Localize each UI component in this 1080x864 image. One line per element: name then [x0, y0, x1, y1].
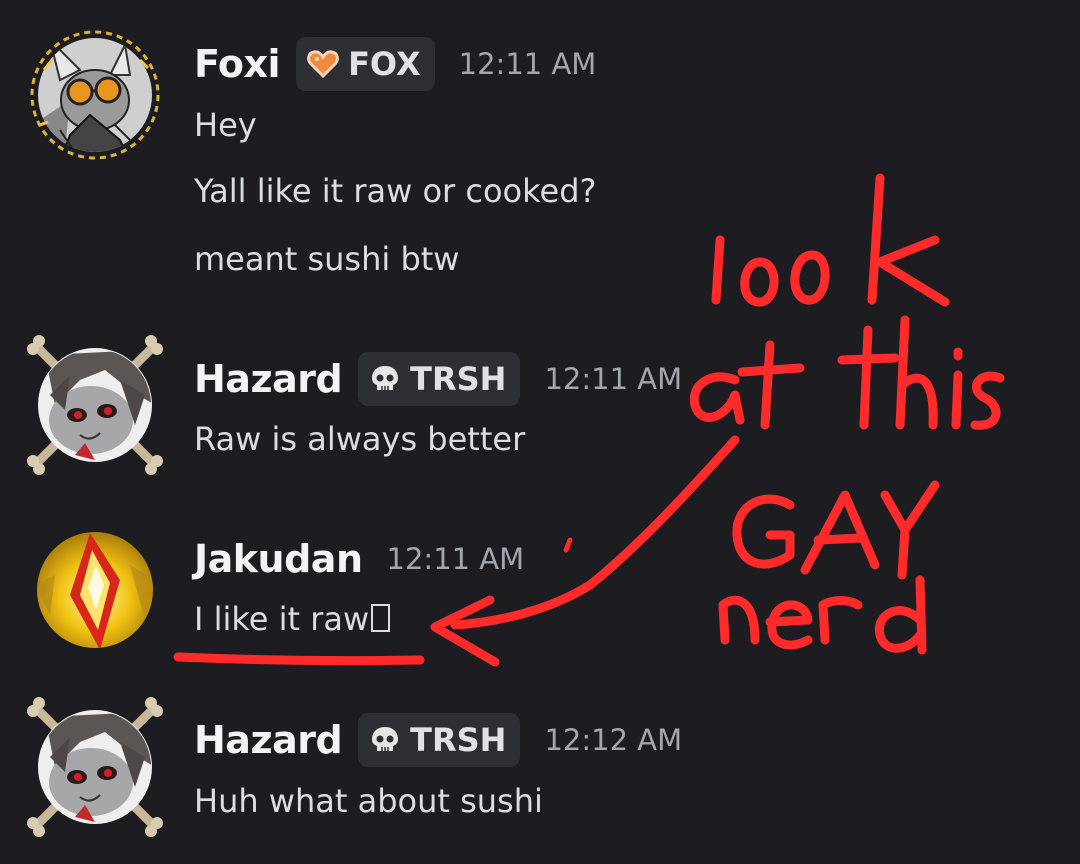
skull-icon	[368, 362, 402, 396]
message-text: Hey	[194, 106, 257, 144]
message-text: Raw is always better	[194, 420, 526, 458]
message-text: Huh what about sushi	[194, 782, 543, 820]
avatar-jakudan[interactable]	[30, 525, 160, 655]
missing-emoji-glyph	[371, 604, 391, 632]
timestamp: 12:11 AM	[386, 542, 525, 576]
server-tag[interactable]: TRSH	[358, 713, 521, 767]
message-header: Hazard TRSH 12:12 AM	[194, 713, 682, 767]
message-text: Yall like it raw or cooked?	[194, 172, 597, 210]
server-tag[interactable]: FOX	[296, 37, 435, 91]
chat-screenshot: Foxi FOX 12:11 AM Hey Yall like it raw o…	[0, 0, 1080, 864]
message-header: Foxi FOX 12:11 AM	[194, 37, 596, 91]
username[interactable]: Foxi	[194, 42, 281, 86]
avatar-hazard[interactable]	[25, 335, 163, 475]
message-text: meant sushi btw	[194, 240, 460, 278]
tag-label: FOX	[348, 45, 421, 83]
skull-icon	[368, 723, 402, 757]
username[interactable]: Hazard	[194, 718, 343, 762]
tag-label: TRSH	[410, 721, 507, 759]
message-text: I like it raw	[194, 600, 391, 638]
server-tag[interactable]: TRSH	[358, 352, 521, 406]
message-text-content: I like it raw	[194, 600, 370, 638]
username[interactable]: Hazard	[194, 357, 343, 401]
username[interactable]: Jakudan	[194, 537, 363, 581]
timestamp: 12:11 AM	[544, 362, 683, 396]
message-header: Jakudan 12:11 AM	[194, 537, 524, 581]
message-header: Hazard TRSH 12:11 AM	[194, 352, 682, 406]
timestamp: 12:12 AM	[544, 723, 683, 757]
timestamp: 12:11 AM	[458, 47, 597, 81]
orange-heart-icon	[306, 47, 340, 81]
avatar-foxi[interactable]	[30, 30, 160, 160]
avatar-hazard[interactable]	[25, 697, 163, 837]
tag-label: TRSH	[410, 360, 507, 398]
